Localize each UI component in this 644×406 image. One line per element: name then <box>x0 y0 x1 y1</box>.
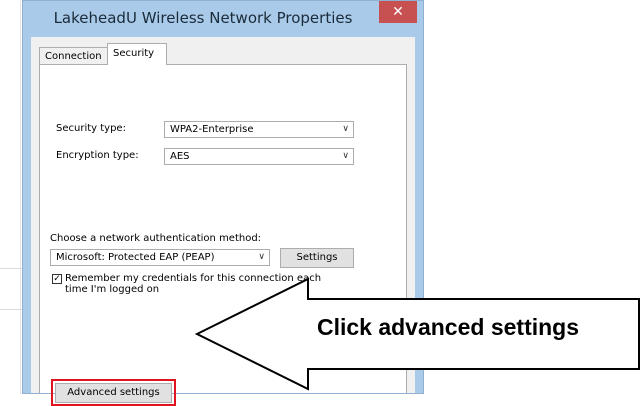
close-button[interactable]: ✕ <box>379 1 417 23</box>
callout-text: Click advanced settings <box>316 314 580 340</box>
chevron-down-icon: ∨ <box>342 151 349 161</box>
window-title: LakeheadU Wireless Network Properties <box>53 9 353 27</box>
security-type-label: Security type: <box>56 123 126 134</box>
auth-method-label: Choose a network authentication method: <box>50 233 262 244</box>
encryption-type-select[interactable]: AES ∨ <box>164 148 354 165</box>
settings-button[interactable]: Settings <box>280 248 354 268</box>
chevron-down-icon: ∨ <box>342 124 349 134</box>
security-type-value: WPA2-Enterprise <box>170 124 254 135</box>
tab-security[interactable]: Security <box>107 43 167 65</box>
background-window-edge <box>0 0 22 394</box>
title-bar[interactable]: LakeheadU Wireless Network Properties ✕ <box>23 1 423 37</box>
auth-method-select[interactable]: Microsoft: Protected EAP (PEAP) ∨ <box>50 249 270 266</box>
security-type-select[interactable]: WPA2-Enterprise ∨ <box>164 121 354 138</box>
tab-connection[interactable]: Connection <box>39 47 108 64</box>
chevron-down-icon: ∨ <box>258 252 265 262</box>
encryption-type-label: Encryption type: <box>56 150 139 161</box>
background-window-element <box>0 268 22 310</box>
auth-method-value: Microsoft: Protected EAP (PEAP) <box>56 252 215 263</box>
remember-credentials-checkbox[interactable]: ✓ <box>52 274 62 284</box>
advanced-settings-button[interactable]: Advanced settings <box>55 383 172 403</box>
close-icon: ✕ <box>392 4 404 20</box>
background-window-border <box>20 0 21 394</box>
encryption-type-value: AES <box>170 151 190 162</box>
checkmark-icon: ✓ <box>53 274 61 284</box>
